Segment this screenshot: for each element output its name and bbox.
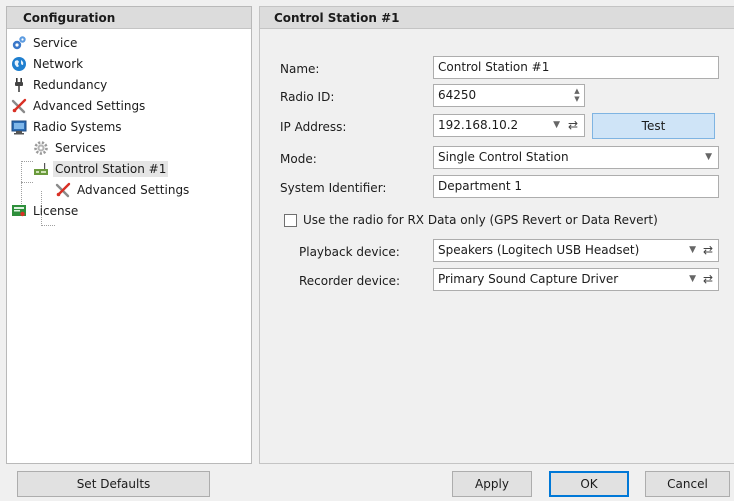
system-identifier-field[interactable]: Department 1 <box>433 175 719 198</box>
configuration-pane: Configuration Service Network Redundancy… <box>6 6 252 464</box>
tree-item-label: Control Station #1 <box>53 161 169 177</box>
license-icon <box>10 203 27 219</box>
tree-connector <box>21 182 33 183</box>
tree-item-label: License <box>33 204 79 218</box>
gears-icon <box>10 35 27 51</box>
tree-item-advanced-settings[interactable]: Advanced Settings <box>10 96 147 116</box>
configuration-header: Configuration <box>7 7 251 29</box>
gear-icon <box>32 140 49 156</box>
tree-item-network[interactable]: Network <box>10 54 85 74</box>
ok-button[interactable]: OK <box>549 471 629 497</box>
spin-down-icon[interactable]: ▼ <box>574 96 579 103</box>
tree-item-label: Advanced Settings <box>33 99 146 113</box>
panel-title: Control Station #1 <box>260 7 734 29</box>
tree-item-radio-systems[interactable]: Radio Systems <box>10 117 124 137</box>
tools-icon <box>10 98 27 114</box>
tree-item-service[interactable]: Service <box>10 33 79 53</box>
set-defaults-button[interactable]: Set Defaults <box>17 471 210 497</box>
playback-device-select[interactable]: Speakers (Logitech USB Headset) ▼ ⇄ <box>433 239 719 262</box>
tree-item-label: Network <box>33 57 84 71</box>
cancel-button[interactable]: Cancel <box>645 471 730 497</box>
tree-item-label: Services <box>55 141 106 155</box>
chevron-down-icon[interactable]: ▼ <box>553 115 560 136</box>
ip-address-value: 192.168.10.2 <box>438 118 519 132</box>
radio-id-field[interactable]: 64250 ▲ ▼ <box>433 84 585 107</box>
radio-id-label: Radio ID: <box>280 90 335 104</box>
rx-data-only-checkbox[interactable] <box>284 214 297 227</box>
globe-icon <box>10 56 27 72</box>
mode-label: Mode: <box>280 152 317 166</box>
system-identifier-value: Department 1 <box>438 179 523 193</box>
control-station-panel: Control Station #1 Name: Control Station… <box>259 6 734 464</box>
tree-item-label: Advanced Settings <box>77 183 190 197</box>
recorder-device-label: Recorder device: <box>299 274 401 288</box>
tree-item-license[interactable]: License <box>10 201 80 221</box>
radio-station-icon <box>32 161 49 177</box>
rx-data-only-label[interactable]: Use the radio for RX Data only (GPS Reve… <box>303 213 658 227</box>
monitor-icon <box>10 119 27 135</box>
radio-id-spinner[interactable]: ▲ ▼ <box>573 88 581 103</box>
recorder-device-value: Primary Sound Capture Driver <box>438 272 619 286</box>
radio-id-value: 64250 <box>438 88 477 102</box>
chevron-down-icon[interactable]: ▼ <box>689 240 696 261</box>
ip-address-label: IP Address: <box>280 120 347 134</box>
mode-select[interactable]: Single Control Station ▼ <box>433 146 719 169</box>
name-label: Name: <box>280 62 320 76</box>
spin-up-icon[interactable]: ▲ <box>574 88 579 95</box>
recorder-device-select[interactable]: Primary Sound Capture Driver ▼ ⇄ <box>433 268 719 291</box>
mode-value: Single Control Station <box>438 150 569 164</box>
tree-connector <box>41 225 55 226</box>
refresh-icon[interactable]: ⇄ <box>703 240 713 261</box>
tree-item-station-advanced-settings[interactable]: Advanced Settings <box>54 180 191 200</box>
configuration-tree: Service Network Redundancy Advanced Sett… <box>7 29 251 226</box>
tree-item-services[interactable]: Services <box>32 138 108 158</box>
playback-device-value: Speakers (Logitech USB Headset) <box>438 243 640 257</box>
tools-icon <box>54 182 71 198</box>
tree-item-control-station-1[interactable]: Control Station #1 <box>32 159 169 179</box>
tree-item-label: Redundancy <box>33 78 108 92</box>
test-button[interactable]: Test <box>592 113 715 139</box>
refresh-icon[interactable]: ⇄ <box>703 269 713 290</box>
name-field[interactable]: Control Station #1 <box>433 56 719 79</box>
name-value: Control Station #1 <box>438 60 550 74</box>
refresh-icon[interactable]: ⇄ <box>568 115 578 136</box>
ip-address-combo[interactable]: 192.168.10.2 ▼ ⇄ <box>433 114 585 137</box>
tree-item-label: Radio Systems <box>33 120 122 134</box>
plug-icon <box>10 77 27 93</box>
system-identifier-label: System Identifier: <box>280 181 387 195</box>
tree-item-redundancy[interactable]: Redundancy <box>10 75 109 95</box>
chevron-down-icon[interactable]: ▼ <box>689 269 696 290</box>
playback-device-label: Playback device: <box>299 245 400 259</box>
apply-button[interactable]: Apply <box>452 471 532 497</box>
tree-item-label: Service <box>33 36 78 50</box>
chevron-down-icon[interactable]: ▼ <box>705 147 712 168</box>
